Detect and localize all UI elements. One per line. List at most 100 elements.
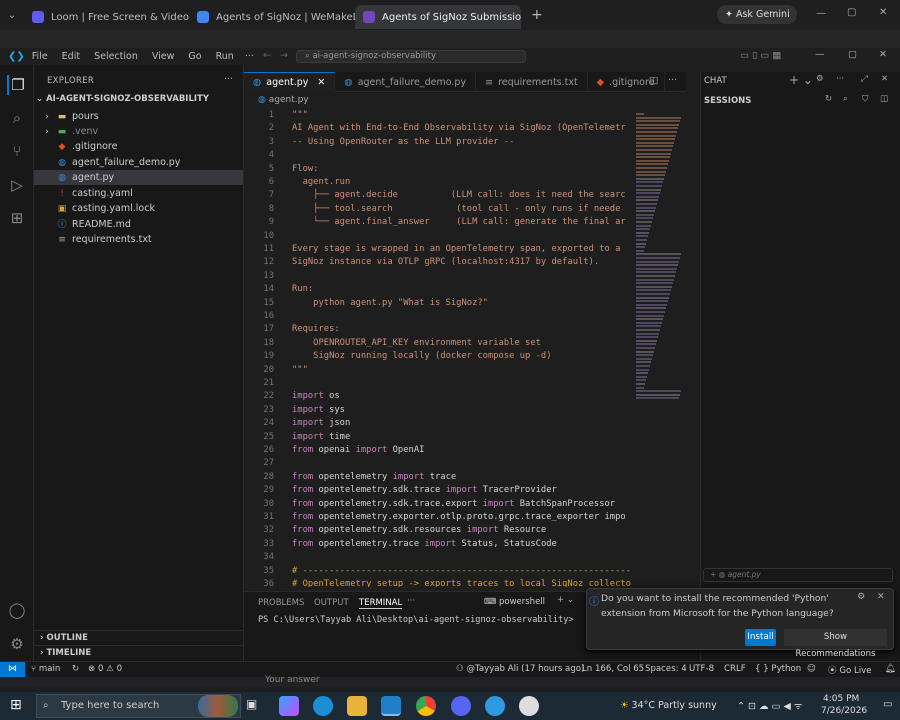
go-live-button[interactable]: ⦿ Go Live	[828, 664, 872, 676]
tree-item-gitignore[interactable]: ◆ .gitignore	[34, 139, 243, 154]
menu-selection[interactable]: Selection	[94, 51, 138, 62]
more-actions-icon[interactable]: ···	[668, 75, 677, 86]
code-line[interactable]: 27	[244, 457, 292, 470]
notification-settings-icon[interactable]: ⚙	[857, 591, 865, 602]
tree-item-readme[interactable]: ⓘ README.md	[34, 217, 243, 232]
tab-search-icon[interactable]: ⌄	[0, 10, 24, 21]
code-line[interactable]: 2 AI Agent with End-to-End Observability …	[244, 122, 626, 135]
code-line[interactable]: 23 import sys	[244, 404, 345, 417]
browser-app-icon[interactable]	[485, 696, 505, 716]
windows-start-icon[interactable]: ⊞	[10, 697, 22, 713]
maximize-icon[interactable]: ▢	[848, 49, 857, 60]
close-icon[interactable]: ✕	[881, 74, 888, 84]
browser-tab-submissions[interactable]: Agents of SigNoz Submissions✕	[355, 5, 521, 29]
code-line[interactable]: 14 Run:	[244, 283, 313, 296]
layout-toggle-icon[interactable]: ▭ ▯ ▭ ▦	[740, 50, 781, 61]
close-icon[interactable]: ✕	[317, 77, 325, 88]
explorer-icon[interactable]: ❐	[7, 75, 27, 95]
copilot-app-icon[interactable]	[279, 696, 299, 716]
code-line[interactable]: 8 ├── tool.search (tool call - only runs…	[244, 203, 621, 216]
tab-output[interactable]: OUTPUT	[314, 598, 349, 608]
maximize-icon[interactable]: ▢	[847, 7, 856, 18]
cursor-position[interactable]: Ln 166, Col 65	[582, 664, 644, 674]
tree-item-requirements[interactable]: ≡ requirements.txt	[34, 232, 243, 247]
code-line[interactable]: 20 """	[244, 364, 307, 377]
tree-item-casting-yaml[interactable]: ! casting.yaml	[34, 186, 243, 201]
new-tab-icon[interactable]: +	[531, 7, 543, 23]
code-line[interactable]: 32 from opentelemetry.sdk.resources impor…	[244, 524, 546, 537]
refresh-icon[interactable]: ↻	[825, 94, 832, 104]
clock-date[interactable]: 7/26/2026	[821, 706, 867, 716]
indentation[interactable]: Spaces: 4	[645, 664, 687, 674]
code-line[interactable]: 26 from openai import OpenAI	[244, 444, 424, 457]
menu-view[interactable]: View	[152, 51, 175, 62]
code-line[interactable]: 21	[244, 377, 292, 390]
sync-icon[interactable]: ↻	[72, 664, 79, 674]
search-icon[interactable]: ⌕	[7, 108, 27, 128]
git-blame[interactable]: ⚇ @Tayyab Ali (17 hours ago)	[456, 664, 584, 674]
code-line[interactable]: 15 python agent.py "What is SigNoz?"	[244, 297, 488, 310]
more-actions-icon[interactable]: ···	[224, 74, 233, 85]
editor-tab-agent-py[interactable]: ◍ agent.py ✕	[244, 72, 336, 92]
remote-indicator-icon[interactable]: ⋈	[0, 662, 25, 677]
code-line[interactable]: 31 from opentelemetry.exporter.otlp.proto…	[244, 511, 625, 524]
workspace-root[interactable]: ⌄ AI-AGENT-SIGNOZ-OBSERVABILITY	[36, 94, 209, 104]
browser-tab-wemakedevs[interactable]: Agents of SigNoz | WeMakeDe✕	[189, 5, 355, 29]
code-line[interactable]: 17 Requires:	[244, 323, 339, 336]
tree-item-casting-lock[interactable]: ▣ casting.yaml.lock	[34, 201, 243, 216]
breadcrumb[interactable]: ◍ agent.py	[244, 93, 686, 107]
editor-tab-agent-failure-demo[interactable]: ◍ agent_failure_demo.py	[335, 72, 477, 92]
code-line[interactable]: 25 import time	[244, 431, 350, 444]
tree-item-agent-py[interactable]: ◍ agent.py	[34, 170, 243, 185]
account-icon[interactable]: ◯	[7, 600, 27, 620]
code-line[interactable]: 28 from opentelemetry import trace	[244, 471, 456, 484]
more-actions-icon[interactable]: ···	[407, 596, 415, 606]
notifications-bell-icon[interactable]: 🔔︎	[885, 664, 896, 674]
extensions-icon[interactable]: ⊞	[7, 208, 27, 228]
command-center-search[interactable]: ⌕ ai-agent-signoz-observability	[296, 50, 526, 63]
code-line[interactable]: 6 agent.run	[244, 176, 351, 189]
terminal-prompt[interactable]: PS C:\Users\Tayyab Ali\Desktop\ai-agent-…	[258, 615, 574, 625]
encoding[interactable]: UTF-8	[689, 664, 714, 674]
line-ending[interactable]: CRLF	[724, 664, 746, 674]
maximize-panel-icon[interactable]: ⤢	[861, 74, 868, 84]
code-line[interactable]: 35 # ------------------------------------…	[244, 565, 632, 578]
code-line[interactable]: 36 # OpenTelemetry setup -> exports trace…	[244, 578, 631, 587]
tab-terminal[interactable]: TERMINAL	[359, 598, 403, 609]
more-menu-icon[interactable]: ···	[245, 51, 254, 62]
menu-go[interactable]: Go	[188, 51, 201, 62]
problems-indicator[interactable]: ⊗ 0 ⚠ 0	[88, 664, 122, 674]
split-editor-icon[interactable]: ◫	[649, 75, 658, 86]
filter-icon[interactable]: ⛉	[862, 94, 868, 104]
ask-gemini-button[interactable]: ✦ Ask Gemini	[717, 5, 797, 24]
settings-gear-icon[interactable]: ⚙	[816, 74, 824, 84]
code-line[interactable]: 34	[244, 551, 292, 564]
outline-section[interactable]: › OUTLINE	[34, 630, 243, 646]
clock-time[interactable]: 4:05 PM	[823, 694, 859, 704]
discord-app-icon[interactable]	[451, 696, 471, 716]
more-actions-icon[interactable]: ···	[836, 74, 844, 84]
copilot-icon[interactable]: ☺	[807, 664, 816, 674]
close-icon[interactable]: ✕	[877, 591, 885, 602]
minimize-icon[interactable]: —	[816, 8, 826, 19]
layout-icon[interactable]: ◫	[880, 94, 888, 104]
chat-input[interactable]: + ◍ agent.py	[703, 568, 893, 582]
code-line[interactable]: 30 from opentelemetry.sdk.trace.export im…	[244, 498, 615, 511]
terminal-shell-selector[interactable]: ⌨ powershell	[484, 597, 545, 607]
code-line[interactable]: 7 ├── agent.decide (LLM call: does it ne…	[244, 189, 626, 202]
task-view-icon[interactable]: ▣	[246, 697, 257, 711]
minimap[interactable]	[632, 107, 686, 587]
install-button[interactable]: Install	[745, 629, 776, 646]
editor-tab-requirements[interactable]: ≡ requirements.txt	[476, 72, 588, 92]
github-app-icon[interactable]	[519, 696, 539, 716]
menu-edit[interactable]: Edit	[62, 51, 80, 62]
code-line[interactable]: 3 -- Using OpenRouter as the LLM provider…	[244, 136, 515, 149]
file-explorer-icon[interactable]	[347, 696, 367, 716]
run-debug-icon[interactable]: ▷	[7, 175, 27, 195]
edge-app-icon[interactable]	[313, 696, 333, 716]
system-tray-icons[interactable]: ⌃ ⊡ ☁ ▭ ◀ ᯤ	[737, 699, 802, 712]
code-line[interactable]: 10	[244, 230, 292, 243]
timeline-section[interactable]: › TIMELINE	[34, 645, 243, 661]
forward-arrow-icon[interactable]: →	[280, 50, 288, 61]
code-line[interactable]: 13	[244, 270, 292, 283]
